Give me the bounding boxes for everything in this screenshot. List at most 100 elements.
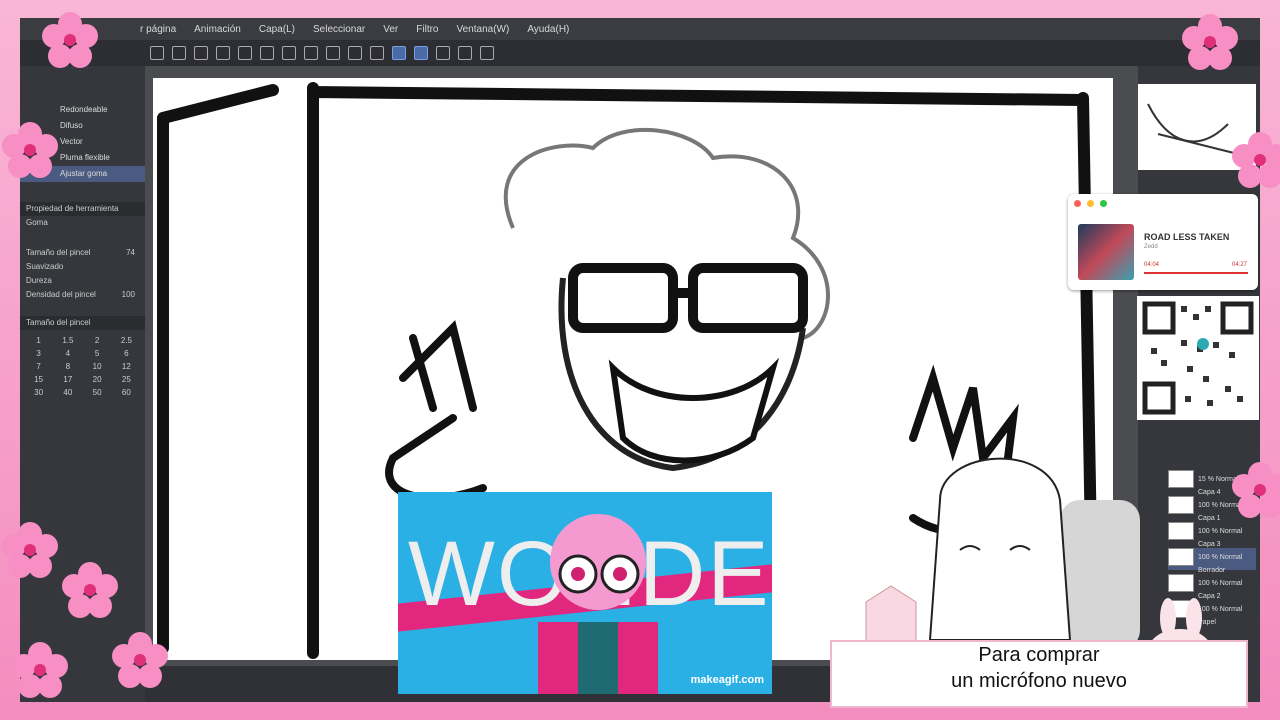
menu-item-animacion[interactable]: Animación [194, 24, 241, 35]
fill-icon[interactable] [326, 46, 340, 60]
brush-size-option[interactable]: 20 [85, 375, 110, 384]
brush-size-option[interactable]: 7 [26, 362, 51, 371]
gif-character [538, 514, 658, 694]
save-icon[interactable] [194, 46, 208, 60]
layer-row[interactable]: 100 % Normal Capa 2 [1168, 574, 1256, 600]
brush-size-option[interactable]: 3 [26, 349, 51, 358]
layer-opacity: 100 % Normal [1198, 527, 1243, 535]
layer-name: Capa 3 [1198, 541, 1221, 548]
layer-name: Capa 4 [1198, 489, 1221, 496]
brush-size-option[interactable]: 60 [114, 388, 139, 397]
field-brush-size[interactable]: Tamaño del pincel 74 [20, 246, 145, 260]
export-icon[interactable] [216, 46, 230, 60]
menu-item-filtro[interactable]: Filtro [416, 24, 438, 35]
caption-line-2: un micrófono nuevo [951, 670, 1127, 692]
loading-icon[interactable] [282, 46, 296, 60]
sakura-flower-icon [12, 642, 68, 698]
tool-name: Goma [20, 216, 145, 230]
sakura-flower-icon [1182, 14, 1238, 70]
layer-name: Borrador [1198, 567, 1226, 574]
window-controls [1068, 194, 1258, 212]
caption-line-1: Para comprar [978, 644, 1100, 666]
field-hardness[interactable]: Dureza [20, 274, 145, 288]
clear-icon[interactable] [304, 46, 318, 60]
elapsed-time: 04:04 [1144, 262, 1160, 268]
sakura-flower-icon [1232, 462, 1280, 518]
deselect-icon[interactable] [370, 46, 384, 60]
menu-item-ayuda[interactable]: Ayuda(H) [527, 24, 569, 35]
field-label: Suavizado [26, 262, 64, 271]
qr-code [1137, 296, 1259, 420]
brush-size-option[interactable]: 2 [85, 336, 110, 345]
maximize-dot-icon[interactable] [1100, 200, 1107, 207]
snap-ruler-icon[interactable] [392, 46, 406, 60]
brush-item-redondeable[interactable]: Redondeable [20, 102, 145, 118]
album-cover [1078, 224, 1134, 280]
minimize-dot-icon[interactable] [1087, 200, 1094, 207]
layer-thumbnail [1168, 574, 1194, 592]
brush-size-option[interactable]: 1.5 [55, 336, 80, 345]
menu-bar: r página Animación Capa(L) Seleccionar V… [20, 18, 1260, 40]
pen-pressure-icon[interactable] [436, 46, 450, 60]
menu-item-capa[interactable]: Capa(L) [259, 24, 295, 35]
field-value[interactable]: 74 [126, 246, 135, 260]
brush-size-option[interactable]: 2.5 [114, 336, 139, 345]
layer-opacity: 100 % Normal [1198, 553, 1243, 561]
brush-size-option[interactable]: 1 [26, 336, 51, 345]
song-title: ROAD LESS TAKEN [1144, 232, 1230, 242]
sakura-flower-icon [1232, 132, 1280, 188]
layer-thumbnail [1168, 496, 1194, 514]
brush-size-option[interactable]: 25 [114, 375, 139, 384]
brush-size-option[interactable]: 10 [85, 362, 110, 371]
layer-thumbnail [1168, 470, 1194, 488]
redo-icon[interactable] [260, 46, 274, 60]
qr-pattern [1142, 301, 1254, 415]
wonderjoy-gif: WONDERJOY makeagif.com [398, 492, 772, 694]
brush-size-header: Tamaño del pincel [20, 316, 145, 330]
layer-row-selected[interactable]: 100 % Normal Borrador [1168, 548, 1256, 574]
brush-size-option[interactable]: 6 [114, 349, 139, 358]
undo-icon[interactable] [238, 46, 252, 60]
screen-icon[interactable] [480, 46, 494, 60]
brush-size-option[interactable]: 8 [55, 362, 80, 371]
sakura-flower-icon [62, 562, 118, 618]
menu-item-seleccionar[interactable]: Seleccionar [313, 24, 365, 35]
layer-row[interactable]: 100 % Normal Capa 3 [1168, 522, 1256, 548]
brush-size-option[interactable]: 30 [26, 388, 51, 397]
menu-item-ventana[interactable]: Ventana(W) [457, 24, 510, 35]
caption-box: Para comprar un micrófono nuevo [830, 640, 1248, 708]
open-file-icon[interactable] [172, 46, 186, 60]
layer-thumbnail [1168, 522, 1194, 540]
field-smoothing[interactable]: Suavizado [20, 260, 145, 274]
brush-size-option[interactable]: 40 [55, 388, 80, 397]
song-artist: Zedd [1144, 244, 1158, 250]
total-time: 04:27 [1232, 262, 1248, 268]
field-value[interactable]: 100 [122, 288, 135, 302]
music-player-widget: ROAD LESS TAKEN Zedd 04:04 04:27 [1068, 194, 1258, 290]
progress-bar[interactable] [1144, 272, 1248, 274]
field-density[interactable]: Densidad del pincel 100 [20, 288, 145, 302]
layer-name: Capa 1 [1198, 515, 1221, 522]
vtuber-avatar [928, 457, 1140, 650]
field-label: Densidad del pincel [26, 290, 96, 299]
sakura-flower-icon [2, 522, 58, 578]
menu-item-ver[interactable]: Ver [383, 24, 398, 35]
transform-icon[interactable] [348, 46, 362, 60]
brush-size-option[interactable]: 50 [85, 388, 110, 397]
tool-name-label: Goma [26, 218, 48, 227]
menu-item-pagina[interactable]: r página [140, 24, 176, 35]
brush-size-option[interactable]: 4 [55, 349, 80, 358]
sakura-flower-icon [2, 122, 58, 178]
brush-size-grid: 1 1.5 2 2.5 3 4 5 6 7 8 10 12 15 17 20 2… [20, 330, 145, 403]
sakura-flower-icon [112, 632, 168, 688]
brush-size-option[interactable]: 15 [26, 375, 51, 384]
field-label: Tamaño del pincel [26, 248, 91, 257]
brush-size-option[interactable]: 5 [85, 349, 110, 358]
command-bar [20, 40, 1260, 66]
new-file-icon[interactable] [150, 46, 164, 60]
snap-special-ruler-icon[interactable] [414, 46, 428, 60]
close-dot-icon[interactable] [1074, 200, 1081, 207]
brush-size-option[interactable]: 12 [114, 362, 139, 371]
brush-size-option[interactable]: 17 [55, 375, 80, 384]
device-icon[interactable] [458, 46, 472, 60]
